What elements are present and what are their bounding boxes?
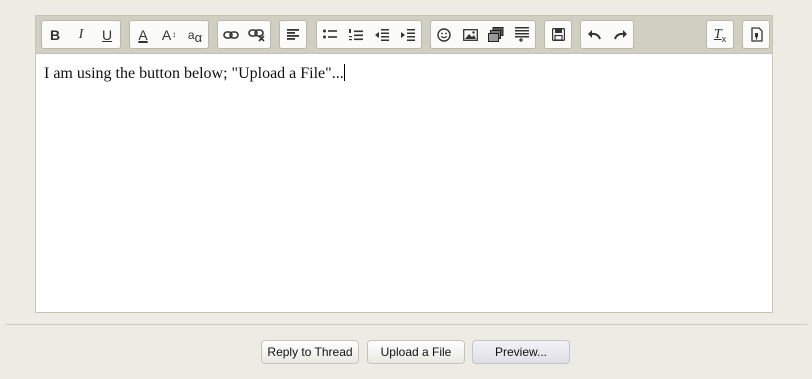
save-draft-button[interactable] <box>545 21 571 48</box>
font-family-alt-icon: α <box>194 29 203 45</box>
remove-format-icon: T <box>713 26 722 42</box>
editor-toolbar: B I U A A ↕ a α T x <box>36 16 772 54</box>
message-editor: B I U A A ↕ a α T x I am using the butto… <box>35 15 773 313</box>
remove-format-sub-icon: x <box>721 33 727 44</box>
bold-button[interactable]: B <box>42 21 68 48</box>
save-group <box>544 20 572 49</box>
align-left-icon <box>286 29 299 40</box>
insert-group <box>430 20 536 49</box>
smilies-button[interactable] <box>431 21 457 48</box>
remove-format-group: T x <box>706 20 734 49</box>
underline-button[interactable]: U <box>94 21 120 48</box>
font-color-icon: A <box>138 26 148 43</box>
bullet-list-icon <box>323 29 337 39</box>
font-size-icon: A <box>161 26 172 43</box>
font-size-arrows-icon: ↕ <box>172 30 177 39</box>
font-family-icon: a <box>187 27 195 42</box>
source-group <box>742 20 770 49</box>
bullet-list-button[interactable] <box>317 21 343 48</box>
outdent-icon <box>375 28 389 41</box>
footer-divider <box>5 324 807 325</box>
image-icon <box>462 28 478 41</box>
insert-image-button[interactable] <box>457 21 483 48</box>
message-text: I am using the button below; "Upload a F… <box>44 65 344 82</box>
reply-to-thread-button[interactable]: Reply to Thread <box>261 340 359 364</box>
toggle-bbcode-button[interactable] <box>743 21 769 48</box>
link-group <box>217 20 271 49</box>
remove-link-button[interactable] <box>244 21 270 48</box>
font-family-button[interactable]: a α <box>182 21 208 48</box>
history-group <box>580 20 634 49</box>
numbered-list-icon <box>349 28 363 40</box>
unlink-icon <box>248 28 265 42</box>
smiley-icon <box>437 27 451 42</box>
italic-button[interactable]: I <box>68 21 94 48</box>
insert-quote-button[interactable] <box>509 21 535 48</box>
light-switch-icon <box>750 27 763 42</box>
preview-button[interactable]: Preview... <box>472 340 570 364</box>
font-color-button[interactable]: A <box>130 21 156 48</box>
insert-link-button[interactable] <box>218 21 244 48</box>
remove-formatting-button[interactable]: T x <box>707 21 733 48</box>
indent-button[interactable] <box>395 21 421 48</box>
link-icon <box>223 30 239 39</box>
align-button[interactable] <box>280 21 306 48</box>
text-style-group: B I U <box>41 20 121 49</box>
undo-button[interactable] <box>581 21 607 48</box>
font-group: A A ↕ a α <box>129 20 209 49</box>
redo-icon <box>613 30 627 40</box>
undo-icon <box>587 30 601 40</box>
upload-file-button[interactable]: Upload a File <box>367 340 465 364</box>
insert-media-button[interactable] <box>483 21 509 48</box>
font-size-button[interactable]: A ↕ <box>156 21 182 48</box>
quote-block-icon <box>515 27 529 42</box>
outdent-button[interactable] <box>369 21 395 48</box>
numbered-list-button[interactable] <box>343 21 369 48</box>
list-group <box>316 20 422 49</box>
editor-content[interactable]: I am using the button below; "Upload a F… <box>36 54 772 93</box>
indent-icon <box>401 28 415 41</box>
save-icon <box>551 28 565 41</box>
media-icon <box>488 27 504 42</box>
redo-button[interactable] <box>607 21 633 48</box>
text-caret <box>343 64 345 81</box>
align-group <box>279 20 307 49</box>
